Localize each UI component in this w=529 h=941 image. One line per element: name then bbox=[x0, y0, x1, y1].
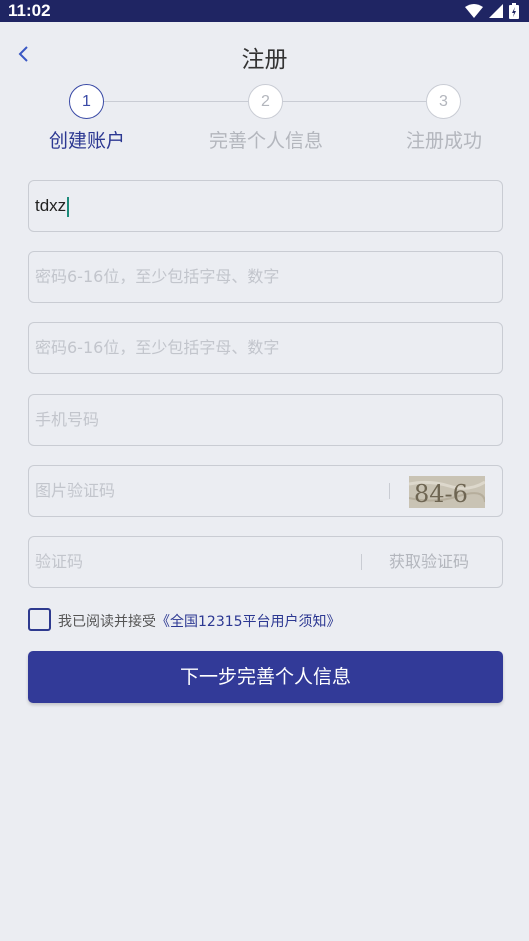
step-3-label: 注册成功 bbox=[405, 130, 482, 152]
username-field[interactable]: tdxz bbox=[28, 180, 503, 232]
captcha-image[interactable]: 84-6 bbox=[409, 476, 485, 508]
step-1-label: 创建账户 bbox=[48, 130, 125, 152]
get-code-button[interactable]: 获取验证码 bbox=[389, 537, 469, 587]
confirm-password-placeholder: 密码6-16位，至少包括字母、数字 bbox=[35, 338, 280, 357]
step-connector bbox=[282, 101, 427, 102]
agreement-text: 我已阅读并接受《全国12315平台用户须知》 bbox=[58, 614, 341, 630]
step-3-circle: 3 bbox=[426, 84, 461, 119]
sms-code-placeholder: 验证码 bbox=[35, 552, 84, 571]
step-2-circle: 2 bbox=[248, 84, 283, 119]
step-connector bbox=[104, 101, 249, 102]
image-captcha-placeholder: 图片验证码 bbox=[35, 481, 116, 500]
password-field[interactable]: 密码6-16位，至少包括字母、数字 bbox=[28, 251, 503, 303]
status-icons bbox=[465, 2, 519, 20]
signal-icon bbox=[489, 4, 503, 18]
header: 注册 bbox=[0, 22, 529, 86]
field-divider bbox=[361, 554, 362, 570]
page-title: 注册 bbox=[241, 47, 288, 73]
agreement-checkbox[interactable] bbox=[28, 608, 51, 631]
phone-field[interactable]: 手机号码 bbox=[28, 394, 503, 446]
next-step-button[interactable]: 下一步完善个人信息 bbox=[28, 651, 503, 703]
step-2-label: 完善个人信息 bbox=[208, 130, 323, 152]
agreement-link[interactable]: 《全国12315平台用户须知》 bbox=[156, 614, 341, 630]
image-captcha-field[interactable]: 图片验证码 84-6 bbox=[28, 465, 503, 517]
stepper: 1 2 3 创建账户 完善个人信息 注册成功 bbox=[0, 84, 529, 154]
wifi-icon bbox=[465, 4, 483, 18]
field-divider bbox=[389, 483, 390, 499]
battery-icon bbox=[509, 3, 519, 19]
status-time: 11:02 bbox=[8, 1, 51, 20]
username-value: tdxz bbox=[35, 181, 70, 231]
captcha-text: 84-6 bbox=[414, 480, 468, 508]
text-cursor bbox=[67, 196, 70, 217]
status-bar: 11:02 bbox=[0, 0, 529, 22]
step-1-circle: 1 bbox=[69, 84, 104, 119]
phone-placeholder: 手机号码 bbox=[35, 410, 100, 429]
agreement-row: 我已阅读并接受《全国12315平台用户须知》 bbox=[28, 608, 508, 632]
confirm-password-field[interactable]: 密码6-16位，至少包括字母、数字 bbox=[28, 322, 503, 374]
password-placeholder: 密码6-16位，至少包括字母、数字 bbox=[35, 267, 280, 286]
sms-code-field[interactable]: 验证码 获取验证码 bbox=[28, 536, 503, 588]
